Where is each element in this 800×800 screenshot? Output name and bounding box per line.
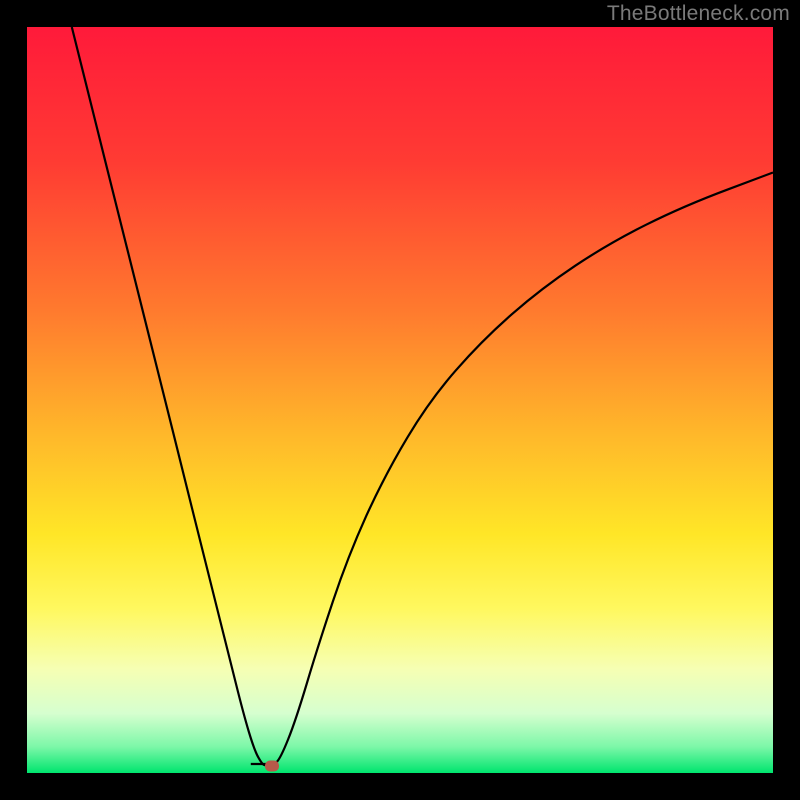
minimum-marker bbox=[265, 760, 279, 771]
bottleneck-curve bbox=[27, 27, 773, 773]
chart-frame: TheBottleneck.com bbox=[0, 0, 800, 800]
curve-path bbox=[72, 27, 773, 766]
watermark-label: TheBottleneck.com bbox=[607, 2, 790, 26]
